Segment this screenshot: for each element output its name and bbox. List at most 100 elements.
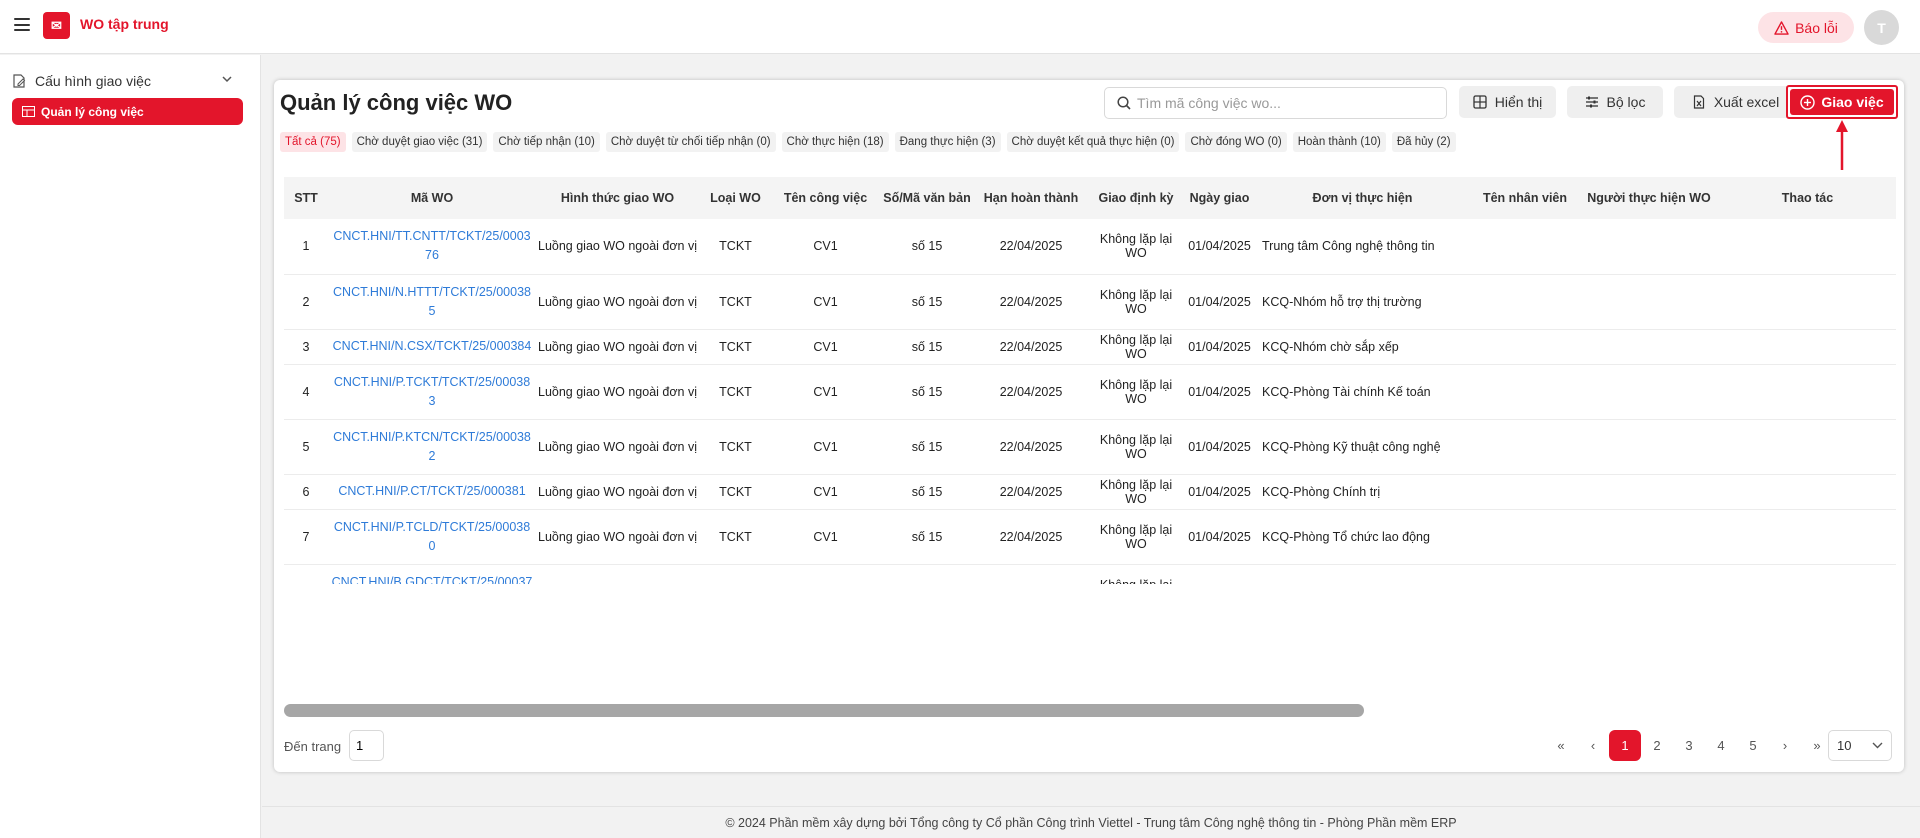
cell-job-name: CV1 (772, 564, 879, 584)
table-row[interactable]: 1 CNCT.HNI/TT.CNTT/TCKT/25/0003 76 Luồng gi… (284, 219, 1896, 275)
cell-wo-type: TCKT (699, 364, 772, 420)
cell-assign-form: Luồng giao WO ngoài đơn vị (536, 274, 699, 330)
wo-code-link[interactable]: CNCT.HNI/B.GDCT/TCKT/25/00037 (332, 575, 533, 585)
first-page-button[interactable]: « (1545, 730, 1577, 761)
display-button[interactable]: Hiển thị (1459, 86, 1556, 118)
app-title: WO tập trung (80, 16, 169, 32)
table-header-row: STT Mã WO Hình thức giao WO Loại WO Tên … (284, 177, 1896, 219)
search-input[interactable] (1137, 95, 1437, 111)
cell-periodic: Không lặp lại WO (1087, 329, 1185, 365)
cell-assign-form: Luồng giao WO ngoài đơn vị (536, 509, 699, 565)
cell-job-name: CV1 (772, 364, 879, 420)
cell-assignee (1579, 419, 1719, 475)
horizontal-scrollbar[interactable] (284, 704, 1896, 718)
prev-page-button[interactable]: ‹ (1577, 730, 1609, 761)
wo-code-link[interactable]: CNCT.HNI/N.HTTT/TCKT/25/00038 (333, 285, 531, 299)
table-row[interactable]: 8CNCT.HNI/B.GDCT/TCKT/25/000379Luồng gia… (284, 564, 1896, 584)
wo-code-link[interactable]: CNCT.HNI/P.TCLD/TCKT/25/00038 (334, 520, 530, 534)
status-tab-all[interactable]: Tất cả (75) (280, 132, 346, 152)
column-header-unit: Đơn vị thực hiện (1254, 177, 1471, 219)
status-tab-pending-result-approval[interactable]: Chờ duyệt kết quả thực hiện (0) (1006, 132, 1180, 152)
export-excel-button-label: Xuất excel (1713, 94, 1780, 110)
wo-code-link[interactable]: CNCT.HNI/P.KTCN/TCKT/25/00038 (333, 430, 531, 444)
cell-wo-code: CNCT.HNI/P.KTCN/TCKT/25/00038 2 (328, 419, 536, 475)
column-header-actions: Thao tác (1719, 177, 1896, 219)
excel-file-icon (1693, 95, 1704, 109)
wo-code-link[interactable]: CNCT.HNI/N.CSX/TCKT/25/000384 (333, 339, 532, 353)
status-tab-pending-execution[interactable]: Chờ thực hiện (18) (781, 132, 889, 152)
sidebar-item-label: Quản lý công việc (41, 104, 144, 119)
table-row[interactable]: 2 CNCT.HNI/N.HTTT/TCKT/25/00038 5 Luồng gia… (284, 274, 1896, 330)
column-header-staff-name: Tên nhân viên (1471, 177, 1579, 219)
wo-code-link[interactable]: CNCT.HNI/TT.CNTT/TCKT/25/0003 (333, 229, 530, 243)
pagination: « ‹ 1 2 3 4 5 › » (1545, 730, 1833, 761)
wo-code-link-continuation[interactable]: 3 (429, 394, 436, 408)
edit-document-icon (13, 74, 26, 88)
page-button-5[interactable]: 5 (1737, 730, 1769, 761)
cell-assign-form: Luồng giao WO ngoài đơn vị (536, 219, 699, 275)
annotation-arrow-icon (1836, 120, 1848, 170)
cell-wo-code: CNCT.HNI/P.TCLD/TCKT/25/00038 0 (328, 509, 536, 565)
cell-assign-form: Luồng giao WO ngoài đơn vị (536, 329, 699, 365)
assign-job-button[interactable]: Giao việc (1786, 85, 1898, 119)
filter-button[interactable]: Bộ lọc (1567, 86, 1663, 118)
goto-page-input[interactable] (349, 730, 384, 761)
wo-code-link[interactable]: CNCT.HNI/P.TCKT/TCKT/25/00038 (334, 375, 530, 389)
sidebar-group-assignment-config[interactable]: Cấu hình giao việc (12, 69, 240, 93)
page-size-select[interactable]: 10 (1828, 730, 1892, 761)
status-tab-pending-reject-approval[interactable]: Chờ duyệt từ chối tiếp nhận (0) (605, 132, 776, 152)
page-size-value: 10 (1837, 738, 1852, 753)
warning-icon (1774, 20, 1789, 35)
table-row[interactable]: 3 CNCT.HNI/N.CSX/TCKT/25/000384 Luồng giao… (284, 329, 1896, 365)
wo-code-link-continuation[interactable]: 0 (429, 539, 436, 553)
cell-stt: 2 (284, 274, 328, 330)
cell-assign-form: Luồng giao WO ngoài đơn vị (536, 474, 699, 510)
wo-table: STT Mã WO Hình thức giao WO Loại WO Tên … (284, 177, 1896, 584)
search-icon (1117, 96, 1131, 110)
assign-job-button-body: Giao việc (1790, 89, 1894, 115)
menu-icon[interactable] (14, 18, 30, 31)
cell-periodic: Không lặp lại WO (1087, 364, 1185, 420)
cell-wo-type: TCKT (699, 219, 772, 275)
status-tab-completed[interactable]: Hoàn thành (10) (1292, 132, 1386, 152)
sidebar-item-job-management[interactable]: Quản lý công việc (12, 98, 243, 125)
cell-assignee (1579, 219, 1719, 275)
table-row[interactable]: 5 CNCT.HNI/P.KTCN/TCKT/25/00038 2 Luồng gia… (284, 419, 1896, 475)
status-tab-in-progress[interactable]: Đang thực hiện (3) (894, 132, 1001, 152)
status-tab-cancelled[interactable]: Đã hủy (2) (1391, 132, 1456, 152)
cell-assignee (1579, 509, 1719, 565)
cell-periodic: Không lặp lại WO (1087, 509, 1185, 565)
column-header-periodic: Giao định kỳ (1087, 177, 1185, 219)
cell-stt: 8 (284, 564, 328, 584)
cell-wo-type: TCKT (699, 419, 772, 475)
column-header-deadline: Hạn hoàn thành (975, 177, 1087, 219)
page-button-4[interactable]: 4 (1705, 730, 1737, 761)
page-button-2[interactable]: 2 (1641, 730, 1673, 761)
wo-code-link[interactable]: CNCT.HNI/P.CT/TCKT/25/000381 (338, 484, 525, 498)
wo-code-link-continuation[interactable]: 2 (429, 449, 436, 463)
cell-wo-code: CNCT.HNI/P.CT/TCKT/25/000381 (328, 474, 536, 510)
table-row[interactable]: 4 CNCT.HNI/P.TCKT/TCKT/25/00038 3 Luồng gia… (284, 364, 1896, 420)
cell-doc-number: số 15 (879, 474, 975, 510)
status-tab-pending-close[interactable]: Chờ đóng WO (0) (1185, 132, 1287, 152)
wo-code-link-continuation[interactable]: 76 (425, 248, 439, 262)
wo-code-link-continuation[interactable]: 5 (429, 304, 436, 318)
status-tab-pending-receipt[interactable]: Chờ tiếp nhận (10) (493, 132, 600, 152)
user-avatar[interactable]: T (1864, 10, 1899, 45)
page-button-3[interactable]: 3 (1673, 730, 1705, 761)
next-page-button[interactable]: › (1769, 730, 1801, 761)
cell-unit: Ban Tổng Giám đốc (1254, 564, 1471, 584)
cell-actions (1719, 219, 1896, 275)
cell-actions (1719, 274, 1896, 330)
cell-job-name: CV1 (772, 274, 879, 330)
page-button-1[interactable]: 1 (1609, 730, 1641, 761)
display-button-label: Hiển thị (1494, 94, 1543, 110)
export-excel-button[interactable]: Xuất excel (1674, 86, 1797, 118)
table-row[interactable]: 6 CNCT.HNI/P.CT/TCKT/25/000381 Luồng giao … (284, 474, 1896, 510)
status-tab-pending-assign-approval[interactable]: Chờ duyệt giao việc (31) (351, 132, 488, 152)
report-error-button[interactable]: Báo lỗi (1758, 12, 1854, 43)
table-row[interactable]: 7 CNCT.HNI/P.TCLD/TCKT/25/00038 0 Luồng gia… (284, 509, 1896, 565)
app-logo: ✉ (43, 12, 70, 39)
scrollbar-thumb[interactable] (284, 704, 1364, 717)
column-header-stt: STT (284, 177, 328, 219)
